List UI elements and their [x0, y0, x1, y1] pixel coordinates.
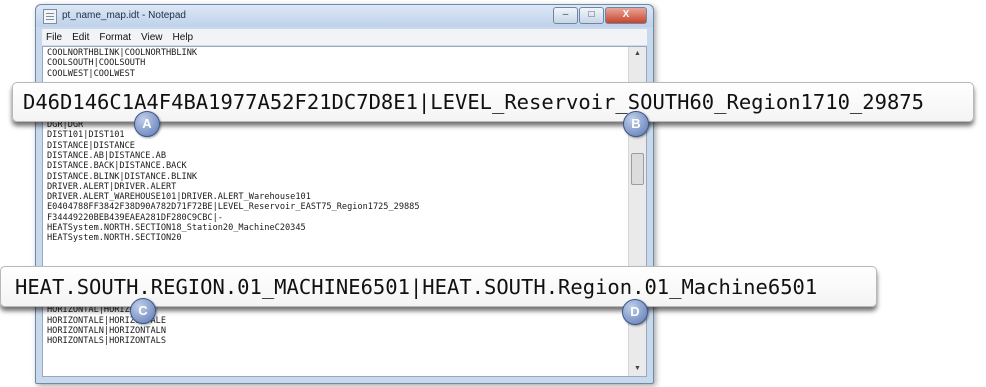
text-line: DRIVER.ALERT|DRIVER.ALERT — [47, 181, 177, 192]
marker-d: D — [622, 299, 648, 325]
close-button[interactable]: X — [605, 7, 647, 24]
text-line: HORIZONTALS|HORIZONTALS — [47, 336, 166, 347]
text-line: HORIZONTALN|HORIZONTALN — [47, 326, 166, 337]
maximize-button[interactable]: □ — [579, 7, 604, 24]
scroll-thumb[interactable] — [631, 153, 644, 185]
menu-view[interactable]: View — [141, 32, 163, 43]
menu-edit[interactable]: Edit — [72, 32, 89, 43]
menu-file[interactable]: File — [46, 32, 62, 43]
text-line: COOLSOUTH|COOLSOUTH — [47, 58, 146, 69]
text-line: HEATSystem.NORTH.SECTION18_Station20_Mac… — [47, 223, 306, 234]
window-title: pt_name_map.idt - Notepad — [62, 10, 186, 21]
text-line: DISTANCE|DISTANCE — [47, 140, 135, 151]
menu-bar: File Edit Format View Help — [42, 29, 647, 46]
marker-a: A — [134, 111, 160, 137]
text-line: COOLNORTHBLINK|COOLNORTHBLINK — [47, 48, 198, 58]
text-line: F34449220BEB439EAEA281DF280C9CBC|- — [47, 212, 223, 223]
notepad-window: pt_name_map.idt - Notepad – □ X File Edi… — [35, 4, 654, 384]
marker-c: C — [130, 298, 156, 324]
window-controls: – □ X — [552, 7, 647, 24]
text-line: DRIVER.ALERT_WAREHOUSE101|DRIVER.ALERT_W… — [47, 192, 311, 203]
scroll-down-icon[interactable]: ▼ — [629, 362, 646, 376]
notepad-icon — [43, 9, 57, 24]
marker-b: B — [623, 111, 649, 137]
menu-help[interactable]: Help — [173, 32, 194, 43]
menu-format[interactable]: Format — [99, 32, 131, 43]
text-line: DISTANCE.AB|DISTANCE.AB — [47, 150, 166, 161]
text-line: E0404788FF3842F38D90A782D71F72BE|LEVEL_R… — [47, 202, 420, 213]
text-line: HEATSystem.NORTH.SECTION20 — [47, 233, 182, 244]
text-line — [47, 254, 626, 264]
text-line: DISTANCE.BLINK|DISTANCE.BLINK — [47, 171, 198, 182]
text-line — [47, 244, 626, 254]
text-line: DISTANCE.BACK|DISTANCE.BACK — [47, 161, 187, 172]
zoom-callout-line: HEAT.SOUTH.REGION.01_MACHINE6501|HEAT.SO… — [0, 266, 877, 307]
text-line: COOLWEST|COOLWEST — [47, 68, 135, 79]
title-bar[interactable]: pt_name_map.idt - Notepad – □ X — [36, 5, 653, 27]
scroll-up-icon[interactable]: ▲ — [629, 47, 646, 61]
text-line: DIST101|DIST101 — [47, 130, 125, 141]
minimize-button[interactable]: – — [553, 7, 578, 24]
